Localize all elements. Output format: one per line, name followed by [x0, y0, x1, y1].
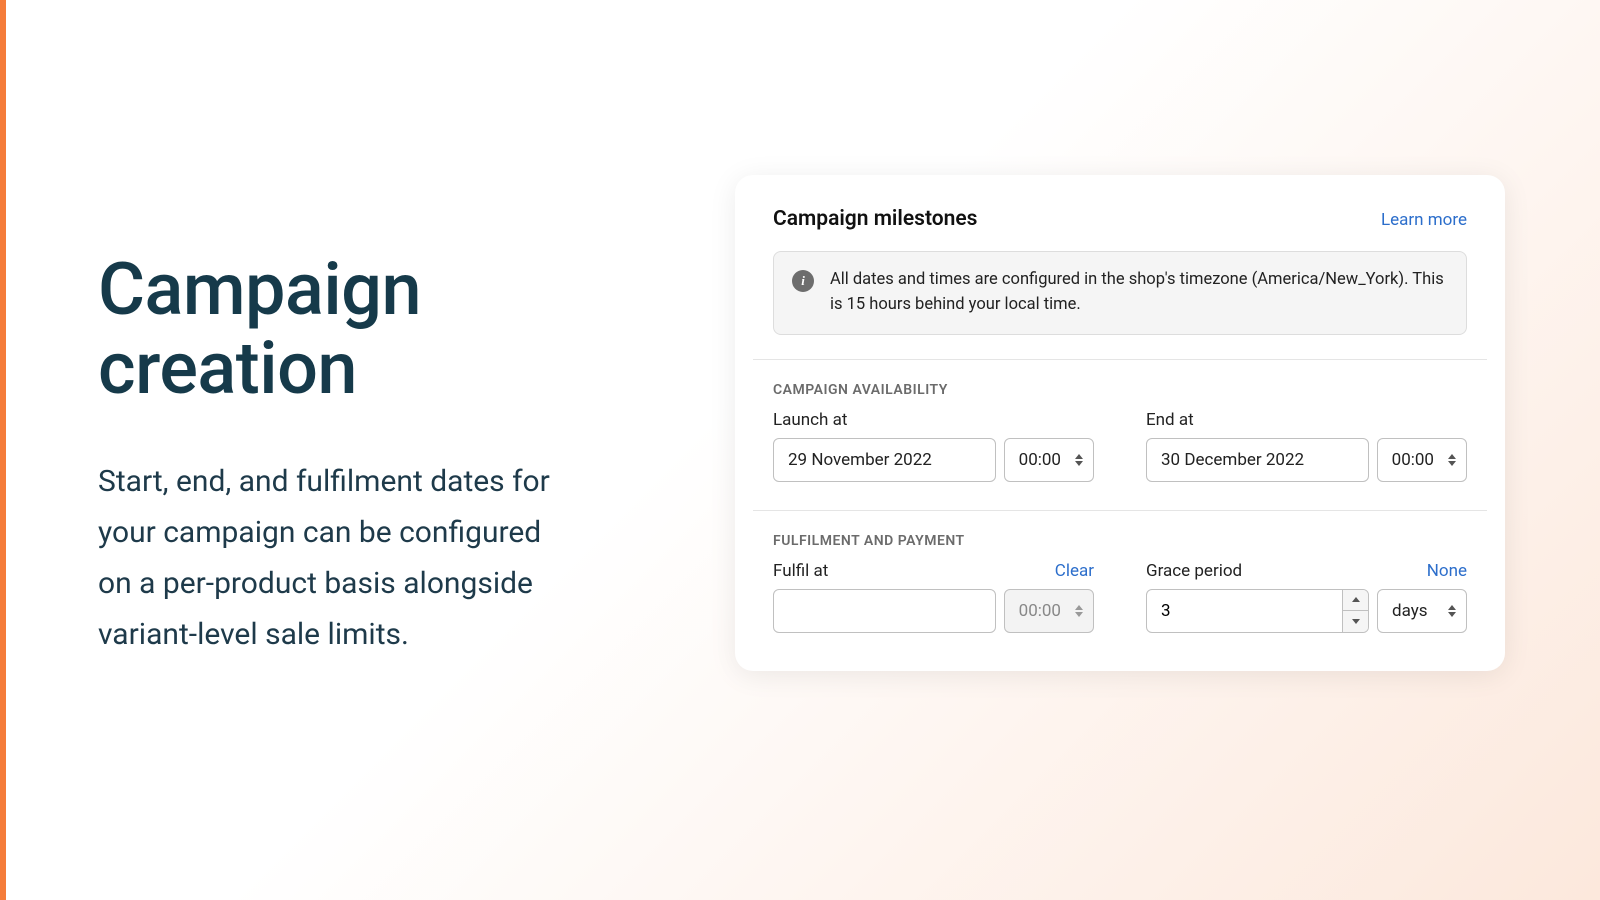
headline-line2: creation	[98, 326, 357, 411]
learn-more-link[interactable]: Learn more	[1381, 210, 1467, 230]
availability-section-label: CAMPAIGN AVAILABILITY	[773, 382, 1467, 398]
select-caret-icon	[1448, 605, 1456, 617]
milestones-card: Campaign milestones Learn more i All dat…	[735, 175, 1505, 671]
availability-row: Launch at 29 November 2022 00:00 End at …	[773, 410, 1467, 482]
grace-field-group: Grace period None 3 days	[1146, 561, 1467, 633]
grace-label: Grace period	[1146, 561, 1242, 581]
fulfil-time-select[interactable]: 00:00	[1004, 589, 1094, 633]
launch-date-input[interactable]: 29 November 2022	[773, 438, 996, 482]
launch-field-group: Launch at 29 November 2022 00:00	[773, 410, 1094, 482]
card-header: Campaign milestones Learn more	[773, 207, 1467, 231]
clear-button[interactable]: Clear	[1055, 561, 1094, 581]
divider	[753, 510, 1487, 511]
fulfil-label: Fulfil at	[773, 561, 828, 581]
end-label: End at	[1146, 410, 1194, 430]
end-time-select[interactable]: 00:00	[1377, 438, 1467, 482]
number-steppers	[1342, 590, 1368, 632]
headline-line1: Campaign	[98, 247, 421, 332]
fulfilment-section-label: FULFILMENT AND PAYMENT	[773, 533, 1467, 549]
none-button[interactable]: None	[1427, 561, 1467, 581]
grace-number-input[interactable]: 3	[1146, 589, 1369, 633]
select-caret-icon	[1075, 605, 1083, 617]
divider	[753, 359, 1487, 360]
left-column: Campaign creation Start, end, and fulfil…	[98, 250, 568, 660]
card-title: Campaign milestones	[773, 207, 977, 231]
page-headline: Campaign creation	[98, 250, 568, 408]
end-field-group: End at 30 December 2022 00:00	[1146, 410, 1467, 482]
page-subtext: Start, end, and fulfilment dates for you…	[98, 456, 568, 660]
fulfilment-row: Fulfil at Clear 00:00 Grace period None	[773, 561, 1467, 633]
end-date-input[interactable]: 30 December 2022	[1146, 438, 1369, 482]
launch-label: Launch at	[773, 410, 847, 430]
fulfil-field-group: Fulfil at Clear 00:00	[773, 561, 1094, 633]
launch-time-select[interactable]: 00:00	[1004, 438, 1094, 482]
chevron-down-icon	[1352, 619, 1360, 624]
step-up-button[interactable]	[1343, 590, 1368, 612]
select-caret-icon	[1448, 454, 1456, 466]
select-caret-icon	[1075, 454, 1083, 466]
chevron-up-icon	[1352, 597, 1360, 602]
timezone-banner: i All dates and times are configured in …	[773, 251, 1467, 335]
fulfil-date-input[interactable]	[773, 589, 996, 633]
grace-unit-select[interactable]: days	[1377, 589, 1467, 633]
banner-text: All dates and times are configured in th…	[830, 268, 1448, 318]
accent-bar	[0, 0, 6, 900]
step-down-button[interactable]	[1343, 611, 1368, 632]
info-icon: i	[792, 270, 814, 292]
